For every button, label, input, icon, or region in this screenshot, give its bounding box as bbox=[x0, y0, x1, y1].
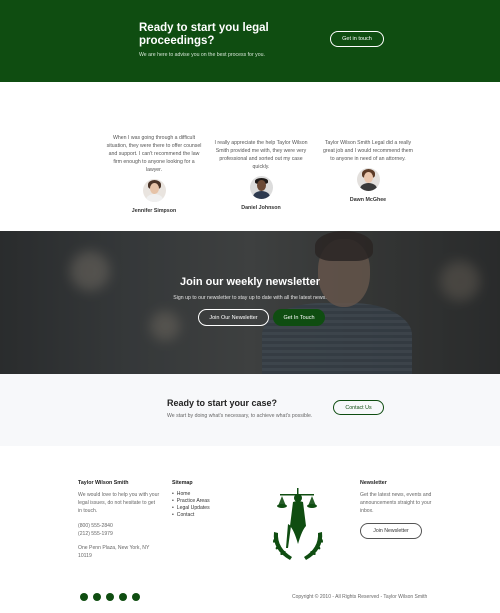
testimonial-card: When I was going through a difficult sit… bbox=[106, 134, 202, 214]
case-cta-section: Ready to start your case? We start by do… bbox=[0, 374, 500, 446]
footer-address: One Penn Plaza, New York, NY 10119 bbox=[78, 545, 150, 559]
lady-justice-logo bbox=[273, 488, 323, 560]
cta-title: Ready to start you legal proceedings? bbox=[139, 22, 269, 47]
sitemap-list: Home Practice Areas Legal Updates Contac… bbox=[172, 491, 210, 519]
join-newsletter-button[interactable]: Join Our Newsletter bbox=[198, 309, 269, 326]
footer-newsletter-text: Get the latest news, events and announce… bbox=[360, 492, 432, 514]
get-in-touch-button[interactable]: Get In Touch bbox=[273, 309, 325, 326]
cta-subtitle: We are here to advise you on the best pr… bbox=[139, 52, 265, 58]
case-cta-subtitle: We start by doing what's necessary, to a… bbox=[167, 413, 313, 419]
copyright-text: Copyright © 2010 - All Rights Reserved -… bbox=[292, 594, 428, 600]
cta-banner-top: Ready to start you legal proceedings? We… bbox=[0, 0, 500, 82]
case-cta-title: Ready to start your case? bbox=[167, 398, 278, 408]
footer-sitemap-title: Sitemap bbox=[172, 480, 193, 486]
footer-newsletter-title: Newsletter bbox=[360, 480, 387, 486]
footer: Taylor Wilson Smith We would love to hel… bbox=[0, 446, 500, 613]
sitemap-link-home[interactable]: Home bbox=[172, 491, 210, 498]
facebook-icon[interactable] bbox=[80, 593, 88, 601]
footer-about-text: We would love to help you with your lega… bbox=[78, 492, 160, 514]
footer-phone[interactable]: (212) 555-1979 bbox=[78, 530, 113, 538]
pinterest-icon[interactable] bbox=[106, 593, 114, 601]
newsletter-title: Join our weekly newsletter bbox=[180, 276, 320, 288]
footer-phone[interactable]: (800) 555-2840 bbox=[78, 522, 113, 530]
avatar bbox=[249, 176, 273, 199]
footer-about-title: Taylor Wilson Smith bbox=[78, 480, 129, 486]
linkedin-icon[interactable] bbox=[119, 593, 127, 601]
youtube-icon[interactable] bbox=[132, 593, 140, 601]
twitter-icon[interactable] bbox=[93, 593, 101, 601]
get-in-touch-button[interactable]: Get in touch bbox=[330, 31, 384, 47]
testimonial-quote: I really appreciate the help Taylor Wils… bbox=[214, 140, 308, 170]
testimonial-quote: Taylor Wilson Smith Legal did a really g… bbox=[323, 140, 413, 162]
contact-us-button[interactable]: Contact Us bbox=[333, 400, 384, 415]
join-newsletter-button[interactable]: Join Newsletter bbox=[360, 523, 422, 539]
testimonial-quote: When I was going through a difficult sit… bbox=[106, 135, 202, 173]
social-links bbox=[80, 593, 140, 601]
sitemap-link-legal-updates[interactable]: Legal Updates bbox=[172, 505, 210, 512]
testimonial-name: Dawn McGhee bbox=[349, 197, 387, 203]
testimonial-card: I really appreciate the help Taylor Wils… bbox=[214, 139, 308, 211]
testimonial-name: Daniel Johnson bbox=[241, 205, 281, 211]
newsletter-banner: Join our weekly newsletter Sign up to ou… bbox=[0, 231, 500, 374]
sitemap-link-practice-areas[interactable]: Practice Areas bbox=[172, 498, 210, 505]
avatar bbox=[356, 168, 380, 191]
testimonial-card: Taylor Wilson Smith Legal did a really g… bbox=[322, 139, 414, 203]
testimonials-section: When I was going through a difficult sit… bbox=[0, 82, 500, 231]
image-overlay bbox=[0, 231, 500, 374]
newsletter-subtitle: Sign up to our newsletter to stay up to … bbox=[173, 295, 327, 301]
testimonial-name: Jennifer Simpson bbox=[131, 208, 177, 214]
sitemap-link-contact[interactable]: Contact bbox=[172, 512, 210, 519]
avatar bbox=[142, 179, 166, 202]
